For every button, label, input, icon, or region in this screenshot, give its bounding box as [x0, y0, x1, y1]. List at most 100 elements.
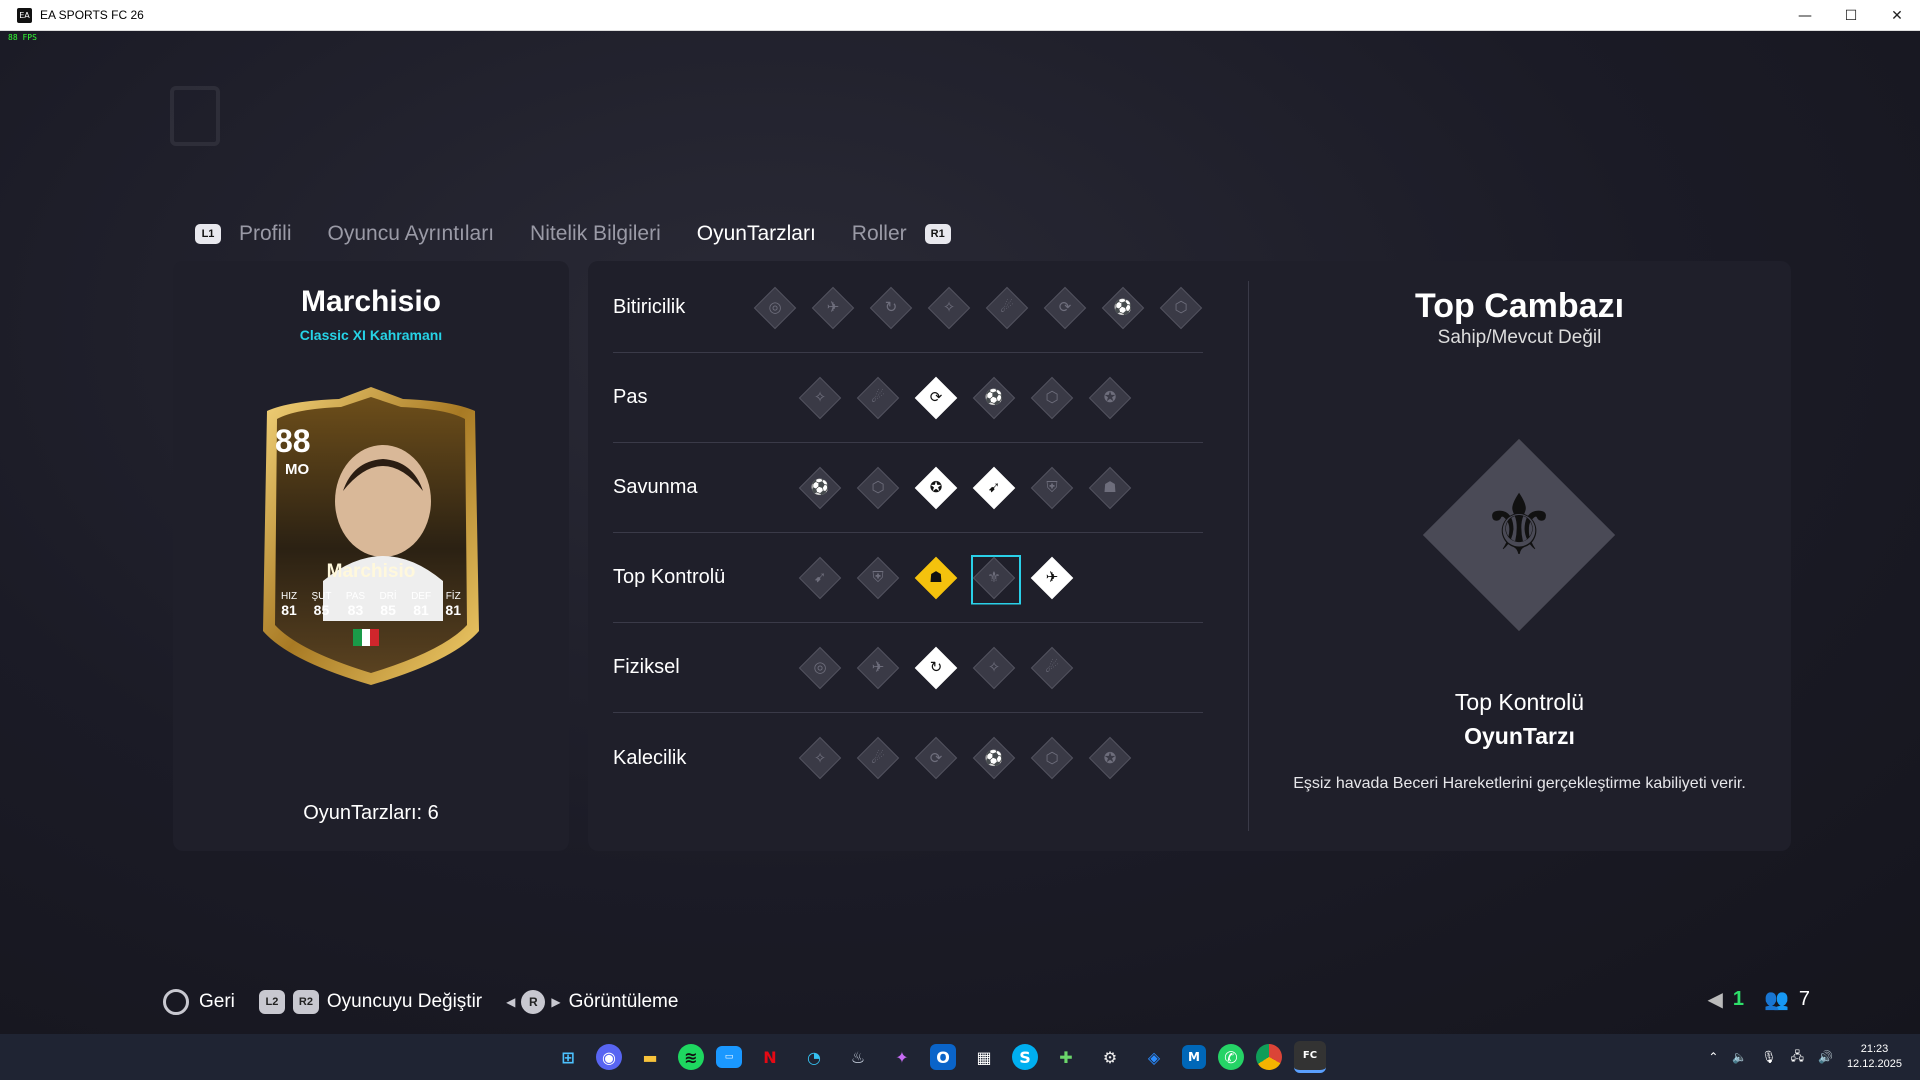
- store-icon[interactable]: ▦: [968, 1041, 1000, 1073]
- playstyle-icon[interactable]: ⬡: [1159, 286, 1203, 330]
- spotify-icon[interactable]: ≋: [678, 1044, 704, 1070]
- clock-date: 12.12.2025: [1846, 1058, 1902, 1070]
- remote-icon[interactable]: ◈: [1138, 1041, 1170, 1073]
- playstyle-icon[interactable]: ☗: [914, 556, 958, 600]
- outlook-icon[interactable]: O: [930, 1044, 956, 1070]
- playstyle-icon[interactable]: ◎: [798, 646, 842, 690]
- speaker-icon: ◀: [1707, 989, 1723, 1011]
- playstyle-category: Top Kontrolü: [1454, 689, 1585, 715]
- tab-attribute-info[interactable]: Nitelik Bilgileri: [530, 222, 661, 246]
- window-title: EA SPORTS FC 26: [40, 8, 144, 22]
- bottom-counters: ◀ 1 👥 7: [1707, 987, 1810, 1012]
- playstyle-icon[interactable]: ↻: [914, 646, 958, 690]
- minimize-button[interactable]: —: [1782, 0, 1828, 31]
- netflix-icon[interactable]: N: [754, 1041, 786, 1073]
- tab-bar: L1 Profili Oyuncu Ayrıntıları Nitelik Bi…: [195, 219, 951, 249]
- playstyle-icon[interactable]: ⚽: [1101, 286, 1145, 330]
- card-player-name: Marchisio: [326, 561, 416, 582]
- tab-profile[interactable]: Profili: [239, 222, 292, 246]
- playstyle-icon[interactable]: ✪: [914, 466, 958, 510]
- clock[interactable]: 21:23 12.12.2025: [1847, 1042, 1902, 1072]
- playstyle-icon[interactable]: ⬡: [856, 466, 900, 510]
- m365-icon[interactable]: ✦: [886, 1041, 918, 1073]
- playstyle-icon[interactable]: ✧: [798, 376, 842, 420]
- chevron-up-icon[interactable]: ⌃: [1708, 1050, 1718, 1064]
- playstyle-row: Kalecilik ✧ ☄ ⟳ ⚽ ⬡ ✪: [613, 713, 1203, 803]
- playstyle-icon[interactable]: ☄: [1030, 646, 1074, 690]
- playstyle-icon[interactable]: ➹: [798, 556, 842, 600]
- tab-playstyles[interactable]: OyunTarzları: [697, 222, 816, 246]
- playstyle-icon[interactable]: ✪: [1088, 376, 1132, 420]
- playstyle-icon[interactable]: ☄: [856, 376, 900, 420]
- whatsapp-icon[interactable]: ✆: [1218, 1044, 1244, 1070]
- playstyle-icon[interactable]: ✧: [927, 286, 971, 330]
- l1-badge[interactable]: L1: [195, 224, 221, 244]
- italy-flag-icon: [353, 629, 380, 646]
- r1-badge[interactable]: R1: [924, 224, 951, 244]
- audio-icon[interactable]: 🔈: [1732, 1050, 1747, 1064]
- stat-defending: DEF 81: [411, 591, 432, 618]
- taskbar-apps: ⊞ ◉ ▬ ≋ ▭ N ◔ ♨ ✦ O ▦ S ✚ ⚙ ◈ M ✆ FC: [552, 1034, 1326, 1080]
- playstyle-icon[interactable]: ☗: [1088, 466, 1132, 510]
- playstyle-icon[interactable]: ➹: [972, 466, 1016, 510]
- edge-icon[interactable]: ◔: [798, 1041, 830, 1073]
- stat-shooting: ŞUT 85: [311, 591, 332, 618]
- windows-start-icon[interactable]: ⊞: [552, 1041, 584, 1073]
- playstyle-icon[interactable]: ⚽: [972, 736, 1016, 780]
- playstyle-icon[interactable]: ☄: [856, 736, 900, 780]
- flair-playstyle-large-icon: ⚜: [1422, 438, 1616, 632]
- skype-icon[interactable]: S: [1012, 1044, 1038, 1070]
- playstyle-icon[interactable]: ☄: [985, 286, 1029, 330]
- playstyle-icon[interactable]: ✧: [798, 736, 842, 780]
- playstyle-icon[interactable]: ✈: [856, 646, 900, 690]
- tab-roles[interactable]: Roller: [852, 222, 907, 246]
- settings-icon[interactable]: ⚙: [1094, 1041, 1126, 1073]
- playstyle-icon[interactable]: ⟳: [1043, 286, 1087, 330]
- discord-icon[interactable]: ◉: [596, 1044, 622, 1070]
- playstyle-icon[interactable]: ✈: [1030, 556, 1074, 600]
- app-m-icon[interactable]: M: [1182, 1045, 1206, 1069]
- game-viewport: 88 FPS L1 Profili Oyuncu Ayrıntıları Nit…: [0, 31, 1920, 1034]
- network-icon[interactable]: 🖧: [1791, 1047, 1804, 1068]
- playstyle-icon[interactable]: ⬡: [1030, 736, 1074, 780]
- playstyles-count: OyunTarzları: 6: [303, 802, 439, 824]
- back-label[interactable]: Geri: [199, 991, 235, 1013]
- playstyle-icon[interactable]: ⟳: [914, 376, 958, 420]
- microphone-icon[interactable]: 🎙: [1761, 1050, 1776, 1064]
- playstyle-category-label: Pas: [613, 386, 648, 408]
- playstyle-icon[interactable]: ✪: [1088, 736, 1132, 780]
- playstyle-icon[interactable]: ✈: [811, 286, 855, 330]
- l2-badge[interactable]: L2: [258, 990, 285, 1014]
- maximize-button[interactable]: ☐: [1828, 0, 1874, 31]
- volume-icon[interactable]: 🔊: [1818, 1050, 1833, 1064]
- file-explorer-icon[interactable]: ▬: [634, 1041, 666, 1073]
- playstyle-icon[interactable]: ⬡: [1030, 376, 1074, 420]
- chrome-icon[interactable]: [1256, 1044, 1282, 1070]
- r-stick-badge[interactable]: R: [521, 990, 546, 1014]
- steam-icon[interactable]: ♨: [842, 1041, 874, 1073]
- playstyle-icon[interactable]: ⚽: [972, 376, 1016, 420]
- view-label[interactable]: Görüntüleme: [569, 991, 679, 1013]
- close-button[interactable]: ✕: [1874, 0, 1920, 31]
- stat-dribbling: DRİ 85: [379, 591, 397, 618]
- prime-video-icon[interactable]: ▭: [716, 1046, 742, 1068]
- playstyle-type: OyunTarzı: [1464, 723, 1575, 749]
- tab-player-details[interactable]: Oyuncu Ayrıntıları: [328, 222, 495, 246]
- playstyle-icon[interactable]: ↻: [869, 286, 913, 330]
- xbox-bar-icon[interactable]: ✚: [1050, 1041, 1082, 1073]
- playstyle-icon[interactable]: ⟳: [914, 736, 958, 780]
- ea-fc-taskbar-icon[interactable]: FC: [1294, 1041, 1326, 1073]
- playstyle-icon[interactable]: ◎: [753, 286, 797, 330]
- playstyle-row: Fiziksel ◎ ✈ ↻ ✧ ☄: [613, 623, 1203, 713]
- card-position: MO: [285, 461, 310, 478]
- playstyle-icon[interactable]: ⚽: [798, 466, 842, 510]
- playstyle-category-label: Savunma: [613, 476, 698, 498]
- playstyle-icon[interactable]: ⚜: [972, 556, 1016, 600]
- playstyle-category-label: Bitiricilik: [613, 296, 686, 318]
- playstyle-icon[interactable]: ⛨: [856, 556, 900, 600]
- circle-button-icon[interactable]: [163, 989, 189, 1015]
- change-player-label[interactable]: Oyuncuyu Değiştir: [327, 991, 482, 1013]
- playstyle-icon[interactable]: ⛨: [1030, 466, 1074, 510]
- playstyle-icon[interactable]: ✧: [972, 646, 1016, 690]
- r2-badge[interactable]: R2: [292, 990, 319, 1014]
